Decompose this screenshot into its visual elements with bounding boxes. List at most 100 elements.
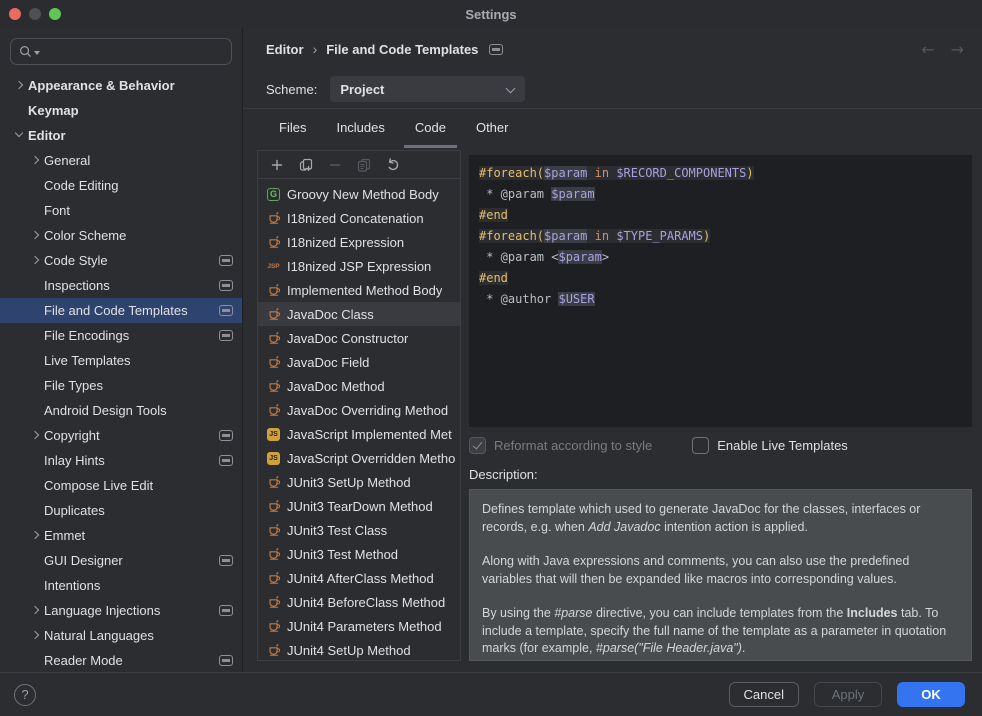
sidebar-item-file-types[interactable]: File Types bbox=[0, 373, 242, 398]
template-options: Reformat according to style Enable Live … bbox=[469, 437, 972, 454]
template-item-i18nized-concatenation[interactable]: I18nized Concatenation bbox=[258, 206, 460, 230]
chevron-right-icon[interactable] bbox=[29, 605, 44, 617]
template-item-junit3-test-class[interactable]: JUnit3 Test Class bbox=[258, 518, 460, 542]
chevron-down-icon[interactable] bbox=[13, 130, 28, 142]
template-item-junit4-afterclass-method[interactable]: JUnit4 AfterClass Method bbox=[258, 566, 460, 590]
scheme-select[interactable]: Project bbox=[330, 76, 525, 102]
java-file-icon bbox=[266, 307, 281, 321]
enable-live-templates-label: Enable Live Templates bbox=[717, 438, 848, 453]
sidebar-item-intentions[interactable]: Intentions bbox=[0, 573, 242, 598]
template-item-junit4-parameters-method[interactable]: JUnit4 Parameters Method bbox=[258, 614, 460, 638]
breadcrumb-file-and-code-templates[interactable]: File and Code Templates bbox=[326, 42, 478, 57]
chevron-right-icon[interactable] bbox=[13, 80, 28, 92]
sidebar-item-duplicates[interactable]: Duplicates bbox=[0, 498, 242, 523]
sidebar-item-appearance-behavior[interactable]: Appearance & Behavior bbox=[0, 73, 242, 98]
sidebar-item-emmet[interactable]: Emmet bbox=[0, 523, 242, 548]
sidebar-item-label: Reader Mode bbox=[44, 653, 219, 668]
chevron-none-icon bbox=[29, 405, 44, 417]
template-item-javadoc-class[interactable]: JavaDoc Class bbox=[258, 302, 460, 326]
tab-code[interactable]: Code bbox=[404, 120, 457, 148]
template-item-label: JUnit3 Test Class bbox=[287, 523, 387, 538]
sidebar-item-font[interactable]: Font bbox=[0, 198, 242, 223]
apply-button[interactable]: Apply bbox=[814, 682, 882, 707]
forward-arrow-icon[interactable]: → bbox=[951, 40, 964, 59]
chevron-right-icon[interactable] bbox=[29, 430, 44, 442]
chevron-none-icon bbox=[29, 305, 44, 317]
rollback-template-icon[interactable] bbox=[384, 156, 401, 173]
sidebar-item-copyright[interactable]: Copyright bbox=[0, 423, 242, 448]
chevron-right-icon[interactable] bbox=[29, 630, 44, 642]
sidebar-item-editor[interactable]: Editor bbox=[0, 123, 242, 148]
in-editor-settings-icon bbox=[219, 330, 233, 341]
reformat-checkbox-row: Reformat according to style bbox=[469, 437, 652, 454]
template-item-i18nized-jsp-expression[interactable]: JSPI18nized JSP Expression bbox=[258, 254, 460, 278]
sidebar-item-natural-languages[interactable]: Natural Languages bbox=[0, 623, 242, 648]
sidebar-item-label: Natural Languages bbox=[44, 628, 233, 643]
chevron-none-icon bbox=[29, 555, 44, 567]
chevron-right-icon[interactable] bbox=[29, 230, 44, 242]
java-file-icon bbox=[266, 643, 281, 657]
enable-live-templates-checkbox[interactable] bbox=[692, 437, 709, 454]
tab-includes[interactable]: Includes bbox=[325, 120, 395, 148]
sidebar-item-label: File Types bbox=[44, 378, 233, 393]
template-item-junit3-setup-method[interactable]: JUnit3 SetUp Method bbox=[258, 470, 460, 494]
chevron-right-icon[interactable] bbox=[29, 255, 44, 267]
template-item-label: JavaDoc Class bbox=[287, 307, 374, 322]
breadcrumb-editor[interactable]: Editor bbox=[266, 42, 304, 57]
cancel-button[interactable]: Cancel bbox=[729, 682, 799, 707]
template-item-implemented-method-body[interactable]: Implemented Method Body bbox=[258, 278, 460, 302]
search-options-chevron-icon[interactable] bbox=[34, 51, 40, 55]
settings-tree: Appearance & Behavior KeymapEditorGeneral… bbox=[0, 73, 242, 672]
sidebar-item-code-style[interactable]: Code Style bbox=[0, 248, 242, 273]
chevron-none-icon bbox=[29, 205, 44, 217]
duplicate-template-icon[interactable] bbox=[297, 156, 314, 173]
template-item-javadoc-constructor[interactable]: JavaDoc Constructor bbox=[258, 326, 460, 350]
sidebar-item-live-templates[interactable]: Live Templates bbox=[0, 348, 242, 373]
template-item-javadoc-field[interactable]: JavaDoc Field bbox=[258, 350, 460, 374]
sidebar-item-keymap[interactable]: Keymap bbox=[0, 98, 242, 123]
template-item-javascript-overridden-metho[interactable]: JSJavaScript Overridden Metho bbox=[258, 446, 460, 470]
sidebar-item-gui-designer[interactable]: GUI Designer bbox=[0, 548, 242, 573]
sidebar-item-android-design-tools[interactable]: Android Design Tools bbox=[0, 398, 242, 423]
add-template-icon[interactable] bbox=[268, 156, 285, 173]
in-editor-settings-icon bbox=[219, 305, 233, 316]
sidebar-item-label: Code Editing bbox=[44, 178, 233, 193]
template-item-javadoc-overriding-method[interactable]: JavaDoc Overriding Method bbox=[258, 398, 460, 422]
template-item-groovy-new-method-body[interactable]: GGroovy New Method Body bbox=[258, 182, 460, 206]
ok-button[interactable]: OK bbox=[897, 682, 965, 707]
template-item-junit4-setup-method[interactable]: JUnit4 SetUp Method bbox=[258, 638, 460, 660]
template-item-junit4-beforeclass-method[interactable]: JUnit4 BeforeClass Method bbox=[258, 590, 460, 614]
template-item-junit3-teardown-method[interactable]: JUnit3 TearDown Method bbox=[258, 494, 460, 518]
template-item-junit3-test-method[interactable]: JUnit3 Test Method bbox=[258, 542, 460, 566]
sidebar-item-general[interactable]: General bbox=[0, 148, 242, 173]
sidebar-item-language-injections[interactable]: Language Injections bbox=[0, 598, 242, 623]
help-icon[interactable]: ? bbox=[14, 684, 36, 706]
template-item-label: JavaDoc Constructor bbox=[287, 331, 408, 346]
sidebar-item-color-scheme[interactable]: Color Scheme bbox=[0, 223, 242, 248]
javascript-file-icon: JS bbox=[267, 452, 280, 465]
chevron-right-icon[interactable] bbox=[29, 155, 44, 167]
template-item-i18nized-expression[interactable]: I18nized Expression bbox=[258, 230, 460, 254]
settings-search-input[interactable] bbox=[10, 38, 232, 65]
back-arrow-icon[interactable]: ← bbox=[921, 40, 934, 59]
window-title: Settings bbox=[0, 7, 982, 22]
copy-template-icon bbox=[355, 156, 372, 173]
sidebar-item-code-editing[interactable]: Code Editing bbox=[0, 173, 242, 198]
sidebar-item-label: Inlay Hints bbox=[44, 453, 219, 468]
sidebar-item-file-and-code-templates[interactable]: File and Code Templates bbox=[0, 298, 242, 323]
sidebar-item-label: Code Style bbox=[44, 253, 219, 268]
sidebar-item-reader-mode[interactable]: Reader Mode bbox=[0, 648, 242, 672]
chevron-none-icon bbox=[29, 505, 44, 517]
sidebar-item-file-encodings[interactable]: File Encodings bbox=[0, 323, 242, 348]
sidebar-item-inspections[interactable]: Inspections bbox=[0, 273, 242, 298]
template-item-javadoc-method[interactable]: JavaDoc Method bbox=[258, 374, 460, 398]
template-item-javascript-implemented-met[interactable]: JSJavaScript Implemented Met bbox=[258, 422, 460, 446]
sidebar-item-compose-live-edit[interactable]: Compose Live Edit bbox=[0, 473, 242, 498]
template-list-toolbar bbox=[258, 151, 460, 179]
sidebar-item-label: Appearance & Behavior bbox=[28, 78, 233, 93]
sidebar-item-inlay-hints[interactable]: Inlay Hints bbox=[0, 448, 242, 473]
tab-other[interactable]: Other bbox=[465, 120, 520, 148]
template-editor[interactable]: #foreach($param in $RECORD_COMPONENTS) *… bbox=[469, 155, 972, 427]
chevron-right-icon[interactable] bbox=[29, 530, 44, 542]
tab-files[interactable]: Files bbox=[268, 120, 317, 148]
